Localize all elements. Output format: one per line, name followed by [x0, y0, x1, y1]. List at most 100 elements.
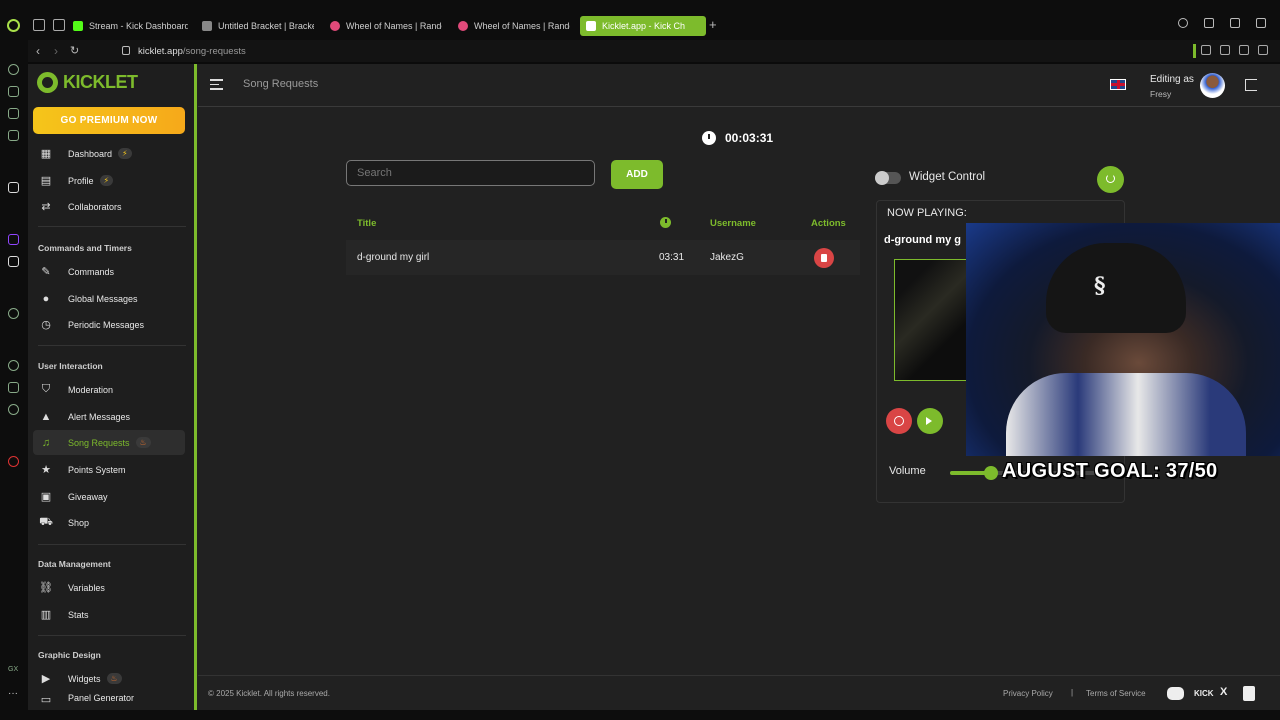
- volume-knob[interactable]: [983, 466, 998, 480]
- sidebar-item-dashboard[interactable]: ▦ Dashboard ⚡: [33, 141, 185, 166]
- avatar[interactable]: [1200, 73, 1225, 98]
- cap-shape: [1046, 243, 1186, 333]
- sidebar-item-label: Global Messages: [68, 293, 138, 304]
- tab-tools: [33, 19, 65, 31]
- uk-flag-icon[interactable]: [1110, 79, 1126, 90]
- tab-search-icon[interactable]: [1178, 18, 1188, 28]
- tab-wheel-of-names-2[interactable]: Wheel of Names | Random: [458, 16, 570, 36]
- collaborators-icon: ⇄: [41, 201, 51, 213]
- bookmark-icon[interactable]: [8, 130, 19, 141]
- indicator-bar: [1193, 44, 1196, 58]
- widget-control-toggle[interactable]: [875, 171, 901, 185]
- messenger-icon[interactable]: [8, 108, 19, 119]
- easy-setup-icon[interactable]: [1258, 45, 1268, 55]
- lock-icon: [122, 46, 130, 55]
- tab-islands-icon[interactable]: [33, 19, 45, 31]
- tab-kicklet[interactable]: Kicklet.app - Kick Ch: [580, 16, 706, 36]
- sidebar-item-label: Song Requests: [68, 437, 130, 448]
- sidebar-item-label: Moderation: [68, 384, 114, 395]
- tab-label: Wheel of Names | Random: [474, 21, 570, 31]
- new-tab-icon[interactable]: +: [709, 17, 717, 32]
- section-title-graphic-design: Graphic Design: [38, 650, 101, 660]
- gx-icon[interactable]: GX: [8, 666, 19, 677]
- discord-icon[interactable]: [1167, 687, 1184, 700]
- extensions-sidebar-icon[interactable]: [8, 382, 19, 393]
- twitch-icon[interactable]: [8, 234, 19, 245]
- sidebar-item-points-system[interactable]: ★ Points System: [33, 457, 185, 482]
- sidebar-item-label: Dashboard: [68, 148, 113, 159]
- video-camera-icon: ▶: [41, 673, 51, 685]
- record-icon[interactable]: [8, 456, 19, 467]
- tab-kick-dashboard[interactable]: Stream - Kick Dashboard: [73, 16, 188, 36]
- bar-chart-icon: ▥: [40, 609, 52, 621]
- opera-logo-icon[interactable]: [7, 19, 20, 32]
- clock-icon: [702, 131, 716, 145]
- power-button[interactable]: [1097, 166, 1124, 193]
- close-icon[interactable]: [1256, 18, 1266, 28]
- kicklet-logo[interactable]: KICKLET: [37, 72, 138, 93]
- screen: Stream - Kick Dashboard Untitled Bracket…: [0, 0, 1280, 720]
- search-input[interactable]: [346, 160, 595, 186]
- stop-button[interactable]: [886, 408, 912, 434]
- sidebar-item-variables[interactable]: ⛓ Variables: [33, 575, 185, 600]
- section-title-data-management: Data Management: [38, 559, 111, 569]
- sidebar-item-label: Profile: [68, 175, 94, 186]
- kick-link[interactable]: KICK: [1194, 689, 1214, 698]
- privacy-policy-link[interactable]: Privacy Policy: [1003, 689, 1053, 698]
- sidebar-item-periodic-messages[interactable]: ◷ Periodic Messages: [33, 312, 185, 337]
- sidebar-item-commands[interactable]: ✎ Commands: [33, 259, 185, 284]
- sidebar-scrollbar[interactable]: [194, 64, 197, 710]
- workspace-icon[interactable]: [8, 86, 19, 97]
- add-button[interactable]: ADD: [611, 160, 663, 189]
- ai-icon[interactable]: [8, 64, 19, 75]
- sidebar-item-global-messages[interactable]: ● Global Messages: [33, 286, 185, 311]
- more-icon[interactable]: ···: [8, 688, 19, 699]
- forward-icon[interactable]: ›: [54, 44, 58, 58]
- sidebar-item-moderation[interactable]: ⛉ Moderation: [33, 377, 185, 402]
- now-playing-song: d-ground my g: [884, 234, 961, 246]
- x-link[interactable]: X: [1220, 686, 1227, 698]
- history-icon[interactable]: [8, 360, 19, 371]
- sidebar-item-profile[interactable]: ▤ Profile ⚡: [33, 168, 185, 193]
- sidebar-item-song-requests[interactable]: ♫ Song Requests ♨: [33, 430, 185, 455]
- restore-icon[interactable]: [1230, 18, 1240, 28]
- delete-song-button[interactable]: [814, 248, 834, 268]
- sidebar-item-label: Collaborators: [68, 201, 122, 212]
- logout-icon[interactable]: [1245, 79, 1257, 91]
- reload-icon[interactable]: ↻: [70, 44, 79, 57]
- sidebar-item-shop[interactable]: ⛟ Shop: [33, 510, 185, 535]
- footer-separator: |: [1071, 688, 1074, 697]
- menu-toggle-icon[interactable]: [210, 79, 223, 90]
- extensions-icon[interactable]: [1201, 45, 1211, 55]
- skip-button[interactable]: [917, 408, 943, 434]
- settings-icon[interactable]: [8, 404, 19, 415]
- column-header-actions: Actions: [811, 218, 846, 229]
- back-icon[interactable]: ‹: [36, 44, 40, 58]
- window-controls: [1178, 18, 1266, 28]
- pinned-tab-icon[interactable]: [53, 19, 65, 31]
- sidebar-item-stats[interactable]: ▥ Stats: [33, 602, 185, 627]
- sidebar-item-label: Alert Messages: [68, 411, 131, 422]
- cap-logo-icon: §: [1094, 273, 1106, 299]
- widget-control-label: Widget Control: [909, 171, 986, 183]
- document-icon[interactable]: [1243, 686, 1255, 701]
- player-icon[interactable]: [8, 308, 19, 319]
- url-field[interactable]: kicklet.app/song-requests: [138, 46, 246, 57]
- minimize-icon[interactable]: [1204, 18, 1214, 28]
- tab-bracket[interactable]: Untitled Bracket | Bracket: [202, 16, 314, 36]
- profile-icon[interactable]: [1220, 45, 1230, 55]
- arc-icon[interactable]: [8, 182, 19, 193]
- sidebar-item-giveaway[interactable]: ▣ Giveaway: [33, 484, 185, 509]
- sidebar-item-widgets[interactable]: ▶ Widgets ♨: [33, 666, 185, 691]
- go-premium-button[interactable]: GO PREMIUM NOW: [33, 107, 185, 134]
- link-icon: ⛓: [39, 582, 53, 594]
- x-icon[interactable]: [8, 256, 19, 267]
- terms-of-service-link[interactable]: Terms of Service: [1086, 689, 1146, 698]
- tab-wheel-of-names-1[interactable]: Wheel of Names | Random: [330, 16, 442, 36]
- sidebar-item-alert-messages[interactable]: ▲ Alert Messages: [33, 404, 185, 429]
- download-icon[interactable]: [1239, 45, 1249, 55]
- sidebar-item-collaborators[interactable]: ⇄ Collaborators: [33, 194, 185, 219]
- sidebar-item-label: Shop: [68, 517, 90, 528]
- sidebar-item-panel-generator[interactable]: ▭ Panel Generator: [33, 693, 185, 710]
- app-footer: © 2025 Kicklet. All rights reserved. Pri…: [198, 675, 1280, 710]
